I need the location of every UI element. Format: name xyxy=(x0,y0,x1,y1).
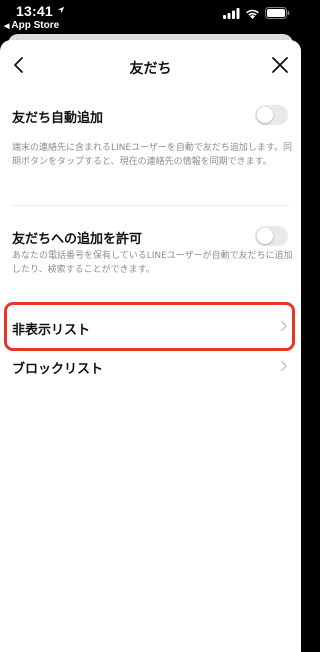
chevron-right-icon xyxy=(281,360,287,372)
toggle-knob xyxy=(257,107,273,123)
auto-add-toggle[interactable] xyxy=(255,105,288,125)
wifi-icon xyxy=(246,9,259,19)
highlight-frame xyxy=(4,302,295,351)
page-title: 友だち xyxy=(129,61,172,77)
back-app-label: App Store xyxy=(11,20,60,31)
block-list-row[interactable]: ブロックリスト xyxy=(0,352,301,384)
divider xyxy=(12,205,289,206)
block-list-label: ブロックリスト xyxy=(12,362,104,377)
auto-add-title: 友だち自動追加 xyxy=(12,111,104,126)
allow-add-toggle[interactable] xyxy=(255,226,288,246)
signal-icon xyxy=(223,7,240,19)
close-icon[interactable] xyxy=(271,56,289,74)
back-to-app-store-link[interactable]: ◀ App Store xyxy=(4,20,59,31)
status-bar: 13:41 ◀ App Store xyxy=(0,0,301,36)
toggle-knob xyxy=(257,228,273,244)
auto-add-description: 端末の連絡先に含まれるLINEユーザーを自動で友だち追加します。同期ボタンをタッ… xyxy=(12,143,293,167)
friends-settings-sheet: 友だち 友だち自動追加 端末の連絡先に含まれるLINEユーザーを自動で友だち追加… xyxy=(0,40,301,652)
location-arrow-icon xyxy=(57,6,65,14)
allow-add-description: あなたの電話番号を保有しているLINEユーザーが自動で友だちに追加したり、検索す… xyxy=(12,251,293,275)
battery-icon xyxy=(265,7,290,19)
nav-bar: 友だち xyxy=(0,40,301,94)
status-time: 13:41 xyxy=(16,3,53,19)
allow-add-title: 友だちへの追加を許可 xyxy=(12,232,143,247)
back-arrow-icon: ◀ xyxy=(4,23,10,30)
